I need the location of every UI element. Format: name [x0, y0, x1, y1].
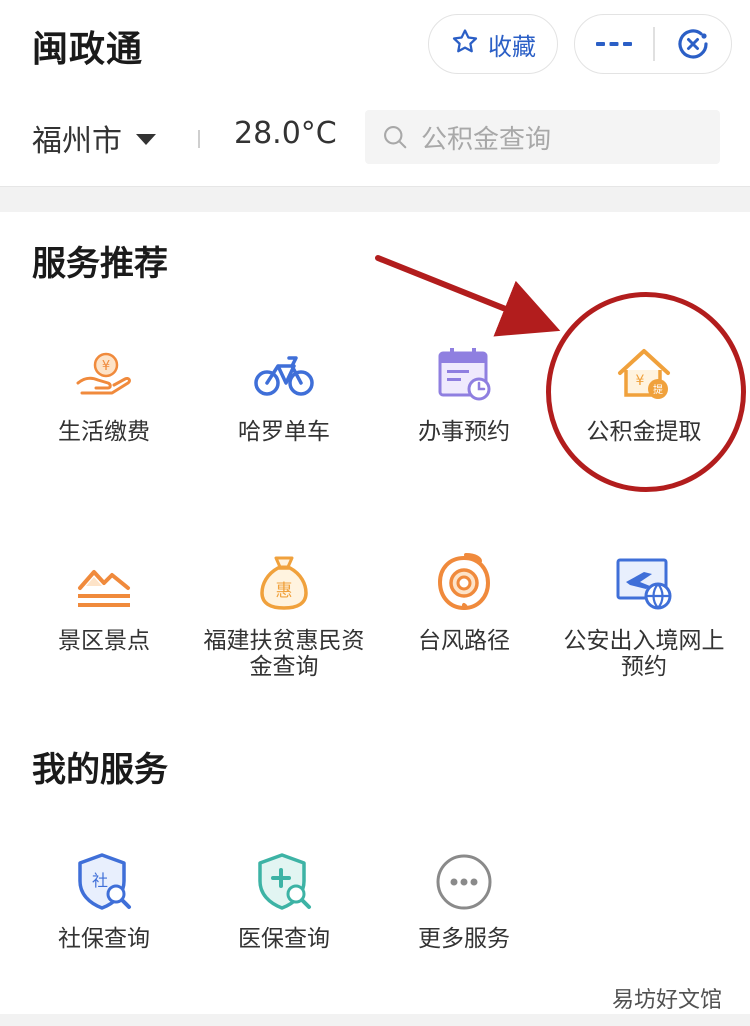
temperature: 28.0°C: [234, 116, 337, 151]
mountain-icon: [72, 552, 136, 616]
service-label: 台风路径: [418, 628, 510, 654]
service-medical-insurance-query[interactable]: 医保查询: [194, 850, 374, 952]
svg-text:社: 社: [92, 871, 108, 890]
search-icon: [384, 126, 407, 149]
medical-shield-icon: [252, 850, 316, 914]
service-label: 生活缴费: [58, 419, 150, 445]
calendar-clock-icon: [432, 343, 496, 407]
bottom-divider: [0, 1014, 750, 1026]
service-label: 社保查询: [58, 926, 150, 952]
money-bag-icon: 惠: [252, 552, 316, 616]
section-title-recommended: 服务推荐: [32, 244, 168, 284]
caret-down-icon: [136, 134, 156, 145]
service-exit-entry-appointment[interactable]: 公安出入境网上预约: [554, 552, 734, 680]
service-hello-bike[interactable]: 哈罗单车: [194, 343, 374, 445]
service-poverty-fund-query[interactable]: 惠 福建扶贫惠民资金查询: [194, 552, 374, 680]
ellipsis-icon: [596, 42, 633, 46]
typhoon-icon: [432, 552, 496, 616]
service-label: 更多服务: [418, 926, 510, 952]
service-more[interactable]: 更多服务: [374, 850, 554, 952]
search-placeholder: 公积金查询: [421, 124, 552, 155]
close-circle-icon: [678, 29, 708, 59]
star-icon: [450, 27, 480, 61]
service-label: 福建扶贫惠民资金查询: [203, 628, 365, 680]
section-title-my-services: 我的服务: [32, 750, 168, 790]
svg-text:惠: 惠: [276, 581, 293, 601]
service-label: 医保查询: [238, 926, 330, 952]
annotation-circle: [546, 292, 746, 492]
header-separator: [198, 130, 200, 148]
app-title: 闽政通: [32, 29, 144, 70]
more-circle-icon: [432, 850, 496, 914]
svg-text:¥: ¥: [102, 359, 110, 374]
service-label: 办事预约: [418, 419, 510, 445]
more-options-button[interactable]: [575, 15, 653, 73]
service-social-security-query[interactable]: 社 社保查询: [14, 850, 194, 952]
service-label: 哈罗单车: [238, 419, 330, 445]
social-security-shield-icon: 社: [72, 850, 136, 914]
plane-globe-icon: [612, 552, 676, 616]
favorite-button[interactable]: 收藏: [428, 14, 558, 74]
watermark: 易坊好文馆: [611, 988, 722, 1013]
section-divider: [0, 186, 750, 212]
favorite-label: 收藏: [488, 32, 536, 61]
bicycle-icon: [252, 343, 316, 407]
city-label: 福州市: [32, 124, 122, 159]
close-button[interactable]: [655, 15, 731, 73]
service-scenic-spots[interactable]: 景区景点: [14, 552, 194, 654]
search-input[interactable]: 公积金查询: [365, 110, 720, 164]
mini-program-capsule: [574, 14, 732, 74]
service-typhoon-path[interactable]: 台风路径: [374, 552, 554, 654]
service-living-payment[interactable]: ¥ 生活缴费: [14, 343, 194, 445]
service-appointment[interactable]: 办事预约: [374, 343, 554, 445]
city-selector[interactable]: 福州市: [32, 116, 156, 160]
service-label: 公安出入境网上预约: [563, 628, 725, 680]
hand-coin-icon: ¥: [72, 343, 136, 407]
service-label: 景区景点: [58, 628, 150, 654]
